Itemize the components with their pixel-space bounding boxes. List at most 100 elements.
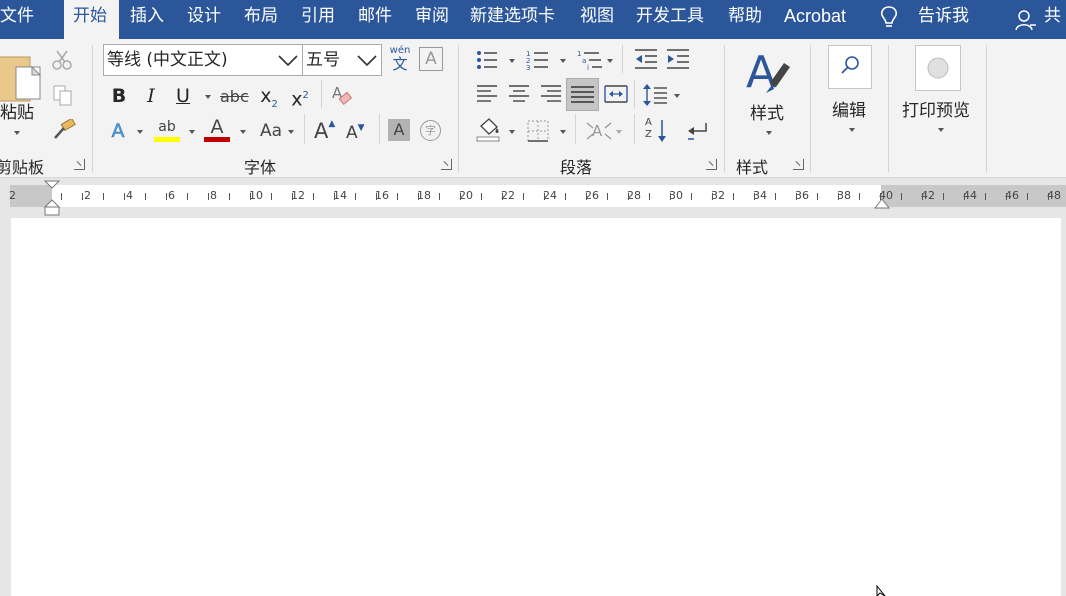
multilevel-list-icon[interactable]: 1 a i (577, 48, 603, 72)
subscript-button[interactable]: x2 (257, 83, 281, 118)
horizontal-ruler[interactable]: 2 2 4 6 8 10 12 14 16 18 20 22 24 26 28 30 32 34 36 38 40 42 4… (0, 179, 1066, 216)
strikethrough-button[interactable]: abc (220, 84, 249, 110)
align-left-icon[interactable] (475, 82, 499, 106)
justify-icon (571, 86, 594, 103)
character-border-button[interactable]: A (419, 47, 443, 71)
paragraph-launcher-icon[interactable] (706, 159, 717, 170)
enclose-characters-button[interactable]: 字 (420, 120, 441, 141)
font-launcher-icon[interactable] (441, 159, 452, 170)
svg-text:1: 1 (577, 50, 581, 58)
font-name-box[interactable]: 等线 (中文正文) (103, 44, 303, 76)
chinese-layout-dropdown-icon[interactable] (616, 130, 622, 134)
show-marks-icon[interactable] (684, 119, 710, 143)
shrink-font-button[interactable]: A▼ (346, 123, 365, 143)
borders-icon[interactable] (526, 119, 550, 143)
tab-acrobat[interactable]: Acrobat (784, 0, 846, 39)
bold-button[interactable]: B (108, 83, 130, 109)
shading-dropdown-icon[interactable] (509, 130, 515, 134)
group-separator (810, 45, 811, 172)
tab-developer[interactable]: 开发工具 (636, 0, 704, 39)
line-spacing-dropdown-icon[interactable] (674, 94, 680, 98)
subscript-x: x (260, 85, 272, 107)
underline-dropdown-icon[interactable] (205, 95, 211, 99)
bullets-icon[interactable] (475, 48, 499, 72)
styles-dropdown-icon[interactable] (766, 131, 772, 135)
tab-design[interactable]: 设计 (187, 0, 221, 39)
ruler-minor-tick (355, 193, 356, 200)
underline-button[interactable]: U (172, 83, 194, 109)
tab-help[interactable]: 帮助 (728, 0, 762, 39)
highlight-dropdown-icon[interactable] (189, 130, 195, 134)
chinese-layout-icon[interactable]: A (586, 119, 614, 143)
tab-home[interactable]: 开始 (64, 0, 119, 39)
right-indent-marker-icon[interactable] (874, 197, 890, 211)
clear-formatting-icon[interactable]: A (330, 83, 352, 107)
shading-bucket-icon[interactable] (475, 117, 503, 143)
tab-file[interactable]: 文件 (0, 0, 37, 39)
print-preview-frame[interactable] (915, 45, 961, 91)
print-preview-dropdown-icon[interactable] (938, 128, 944, 132)
font-size-box[interactable]: 五号 (302, 44, 382, 76)
tab-mailings[interactable]: 邮件 (358, 0, 392, 39)
editing-button[interactable]: 编辑 (832, 96, 866, 121)
tab-review[interactable]: 审阅 (415, 0, 449, 39)
change-case-button[interactable]: Aa (256, 118, 286, 144)
tab-new-tab[interactable]: 新建选项卡 (470, 0, 555, 39)
superscript-button[interactable]: x2 (288, 83, 312, 112)
indent-markers-icon[interactable] (44, 179, 60, 217)
ruler-minor-tick (61, 193, 62, 200)
share-button[interactable]: 共 (1044, 0, 1061, 39)
chevron-down-icon[interactable] (278, 54, 298, 68)
phonetic-guide-button[interactable]: wén 文 (388, 45, 412, 73)
share-person-icon[interactable] (1014, 8, 1036, 32)
borders-dropdown-icon[interactable] (560, 130, 566, 134)
clipboard-launcher-icon[interactable] (74, 159, 85, 170)
change-case-dropdown-icon[interactable] (288, 130, 294, 134)
align-right-icon[interactable] (539, 82, 563, 106)
styles-launcher-icon[interactable] (793, 159, 804, 170)
ruler-minor-tick (670, 193, 671, 200)
distributed-icon[interactable] (603, 82, 629, 106)
italic-button[interactable]: I (140, 83, 162, 109)
print-preview-button[interactable]: 打印预览 (902, 96, 970, 121)
styles-icon[interactable]: A (744, 45, 792, 97)
lightbulb-icon[interactable] (878, 5, 900, 31)
justify-button[interactable] (566, 78, 599, 111)
ruler-minor-tick (859, 193, 860, 200)
tab-view[interactable]: 视图 (580, 0, 614, 39)
chevron-down-icon[interactable] (357, 54, 377, 68)
document-page[interactable] (11, 218, 1061, 596)
paste-dropdown-icon[interactable] (14, 131, 20, 135)
text-effects-button[interactable]: A (107, 118, 129, 144)
bullets-dropdown-icon[interactable] (509, 59, 515, 63)
numbering-icon[interactable]: 1 2 3 (526, 48, 550, 72)
tell-me-search[interactable]: 告诉我 (918, 0, 969, 39)
font-color-dropdown-icon[interactable] (240, 130, 246, 134)
editing-button-frame[interactable] (828, 45, 872, 89)
tab-insert[interactable]: 插入 (130, 0, 164, 39)
tab-layout[interactable]: 布局 (244, 0, 278, 39)
ruler-minor-tick (964, 193, 965, 200)
sort-button[interactable]: A Z (645, 117, 669, 145)
decrease-indent-icon[interactable] (633, 47, 659, 71)
paste-button[interactable]: 粘贴 (0, 98, 34, 123)
highlight-button[interactable]: ab (154, 119, 180, 142)
editing-dropdown-icon[interactable] (849, 128, 855, 132)
copy-icon[interactable] (52, 84, 74, 106)
font-size-value: 五号 (306, 50, 340, 70)
grow-font-button[interactable]: A▲ (314, 119, 335, 143)
paste-clipboard-icon[interactable] (0, 49, 44, 105)
numbering-dropdown-icon[interactable] (560, 59, 566, 63)
tab-references[interactable]: 引用 (301, 0, 335, 39)
increase-indent-icon[interactable] (665, 47, 691, 71)
multilevel-list-dropdown-icon[interactable] (607, 59, 613, 63)
styles-button[interactable]: 样式 (750, 99, 784, 124)
format-painter-icon[interactable] (52, 119, 76, 141)
character-shading-button[interactable]: A (388, 119, 410, 141)
align-center-icon[interactable] (507, 82, 531, 106)
line-spacing-icon[interactable] (642, 82, 668, 108)
cut-scissors-icon[interactable] (51, 49, 73, 71)
text-effects-dropdown-icon[interactable] (137, 130, 143, 134)
ruler-minor-tick (943, 193, 944, 200)
font-color-button[interactable]: A (204, 117, 230, 142)
